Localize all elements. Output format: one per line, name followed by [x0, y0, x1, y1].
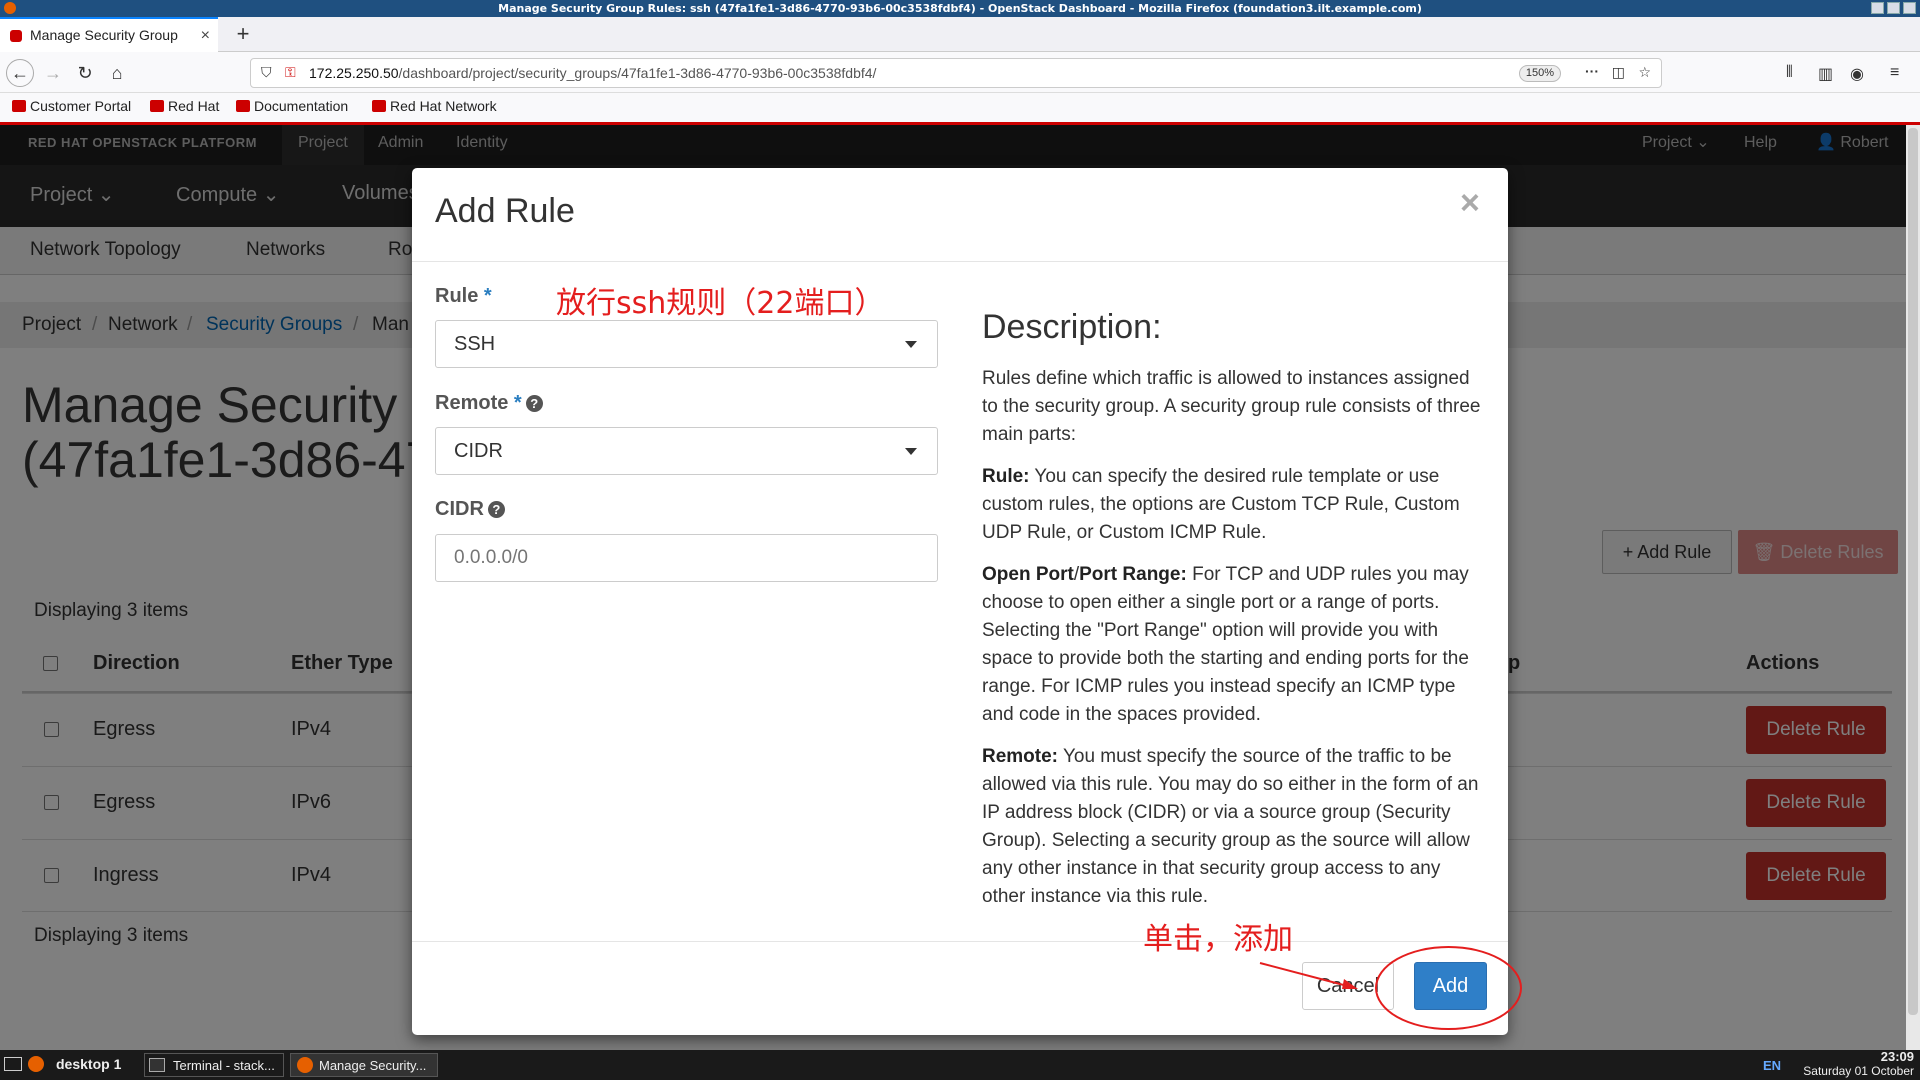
page-actions-icon[interactable]: ···	[1585, 63, 1599, 79]
new-tab-button[interactable]: +	[228, 17, 258, 52]
menu-icon[interactable]: ≡	[1890, 64, 1899, 82]
keyboard-layout[interactable]: EN	[1763, 1058, 1781, 1073]
bookmark-customer-portal[interactable]: Customer Portal	[12, 98, 131, 114]
help-icon[interactable]: ?	[487, 501, 505, 518]
description-port: Open Port/Port Range: For TCP and UDP ru…	[982, 564, 1469, 725]
redhat-icon	[236, 100, 250, 112]
redhat-icon	[12, 100, 26, 112]
firefox-launcher-icon[interactable]	[28, 1056, 44, 1072]
pocket-icon[interactable]: ◫	[1612, 64, 1625, 81]
reload-button[interactable]: ↻	[72, 60, 98, 86]
window-title: Manage Security Group Rules: ssh (47fa1f…	[498, 2, 1422, 15]
url-text[interactable]: 172.25.250.50/dashboard/project/security…	[309, 59, 876, 87]
description-panel: Description: Rules define which traffic …	[982, 308, 1487, 925]
required-marker: *	[513, 392, 522, 414]
show-desktop-icon[interactable]	[4, 1057, 22, 1071]
remote-label: Remote *?	[435, 392, 543, 415]
close-tab-icon[interactable]: ×	[201, 19, 210, 52]
annotation-add-note: 单击，添加	[1143, 922, 1293, 957]
task-terminal[interactable]: Terminal - stack...	[144, 1053, 284, 1077]
back-button[interactable]: ←	[6, 59, 34, 87]
shield-icon[interactable]: ⛉	[261, 64, 272, 81]
chevron-down-icon	[905, 448, 917, 455]
library-icon[interactable]: ⫴	[1786, 64, 1793, 82]
terminal-icon	[149, 1058, 165, 1072]
firefox-icon	[297, 1057, 313, 1073]
remote-select[interactable]: CIDR	[435, 427, 938, 475]
bookmark-star-icon[interactable]: ☆	[1638, 64, 1651, 81]
annotation-arrow	[1259, 962, 1358, 989]
scrollbar-thumb[interactable]	[1908, 128, 1918, 1015]
cidr-input[interactable]	[435, 534, 938, 582]
tab-title: Manage Security Group	[30, 27, 178, 43]
bookmark-red-hat[interactable]: Red Hat	[150, 98, 219, 114]
zoom-indicator[interactable]: 150%	[1518, 65, 1561, 82]
account-icon[interactable]: ◉	[1850, 64, 1864, 84]
workspace-label[interactable]: desktop 1	[56, 1056, 121, 1072]
desktop-taskbar: desktop 1 Terminal - stack... Manage Sec…	[0, 1050, 1920, 1080]
close-icon[interactable]: ×	[1460, 184, 1480, 223]
insecure-lock-icon[interactable]: ⚿	[285, 64, 296, 81]
forward-button[interactable]: →	[40, 60, 66, 86]
rule-select[interactable]: SSH	[435, 320, 938, 368]
firefox-icon	[4, 2, 16, 14]
browser-tab[interactable]: Manage Security Group ×	[0, 17, 218, 52]
navigation-bar: ← → ↻ ⌂ ⛉ ⚿ 172.25.250.50/dashboard/proj…	[0, 52, 1920, 93]
window-controls[interactable]	[1871, 2, 1916, 14]
bookmark-documentation[interactable]: Documentation	[236, 98, 348, 114]
description-remote: Remote: You must specify the source of t…	[982, 746, 1479, 907]
bookmark-red-hat-network[interactable]: Red Hat Network	[372, 98, 497, 114]
remote-select-value: CIDR	[454, 440, 503, 462]
clock[interactable]: 23:09 Saturday 01 October	[1803, 1050, 1914, 1079]
rule-select-value: SSH	[454, 333, 496, 355]
dialog-header: Add Rule ×	[412, 168, 1508, 262]
chevron-down-icon	[905, 341, 917, 348]
close-window-icon[interactable]	[1903, 2, 1916, 14]
cidr-label: CIDR?	[435, 498, 505, 521]
redhat-favicon-icon	[10, 30, 22, 42]
bookmarks-toolbar: Customer Portal Red Hat Documentation Re…	[0, 93, 1920, 122]
redhat-icon	[150, 100, 164, 112]
description-rule: Rule: You can specify the desired rule t…	[982, 466, 1460, 543]
task-firefox[interactable]: Manage Security...	[290, 1053, 438, 1077]
help-icon[interactable]: ?	[525, 395, 543, 412]
annotation-rule-note: 放行ssh规则（22端口）	[556, 286, 885, 321]
home-button[interactable]: ⌂	[104, 60, 130, 86]
dialog-title: Add Rule	[435, 192, 575, 230]
tab-strip: Manage Security Group × +	[0, 17, 1920, 52]
redhat-icon	[372, 100, 386, 112]
description-intro: Rules define which traffic is allowed to…	[982, 368, 1481, 445]
minimize-icon[interactable]	[1871, 2, 1884, 14]
maximize-icon[interactable]	[1887, 2, 1900, 14]
window-title-bar: Manage Security Group Rules: ssh (47fa1f…	[0, 0, 1920, 17]
rule-label: Rule *	[435, 285, 492, 307]
required-marker: *	[483, 285, 492, 307]
url-bar[interactable]: ⛉ ⚿ 172.25.250.50/dashboard/project/secu…	[250, 58, 1662, 88]
description-title: Description:	[982, 308, 1162, 346]
sidebar-icon[interactable]: ▥	[1818, 64, 1833, 84]
annotation-circle	[1375, 946, 1522, 1030]
